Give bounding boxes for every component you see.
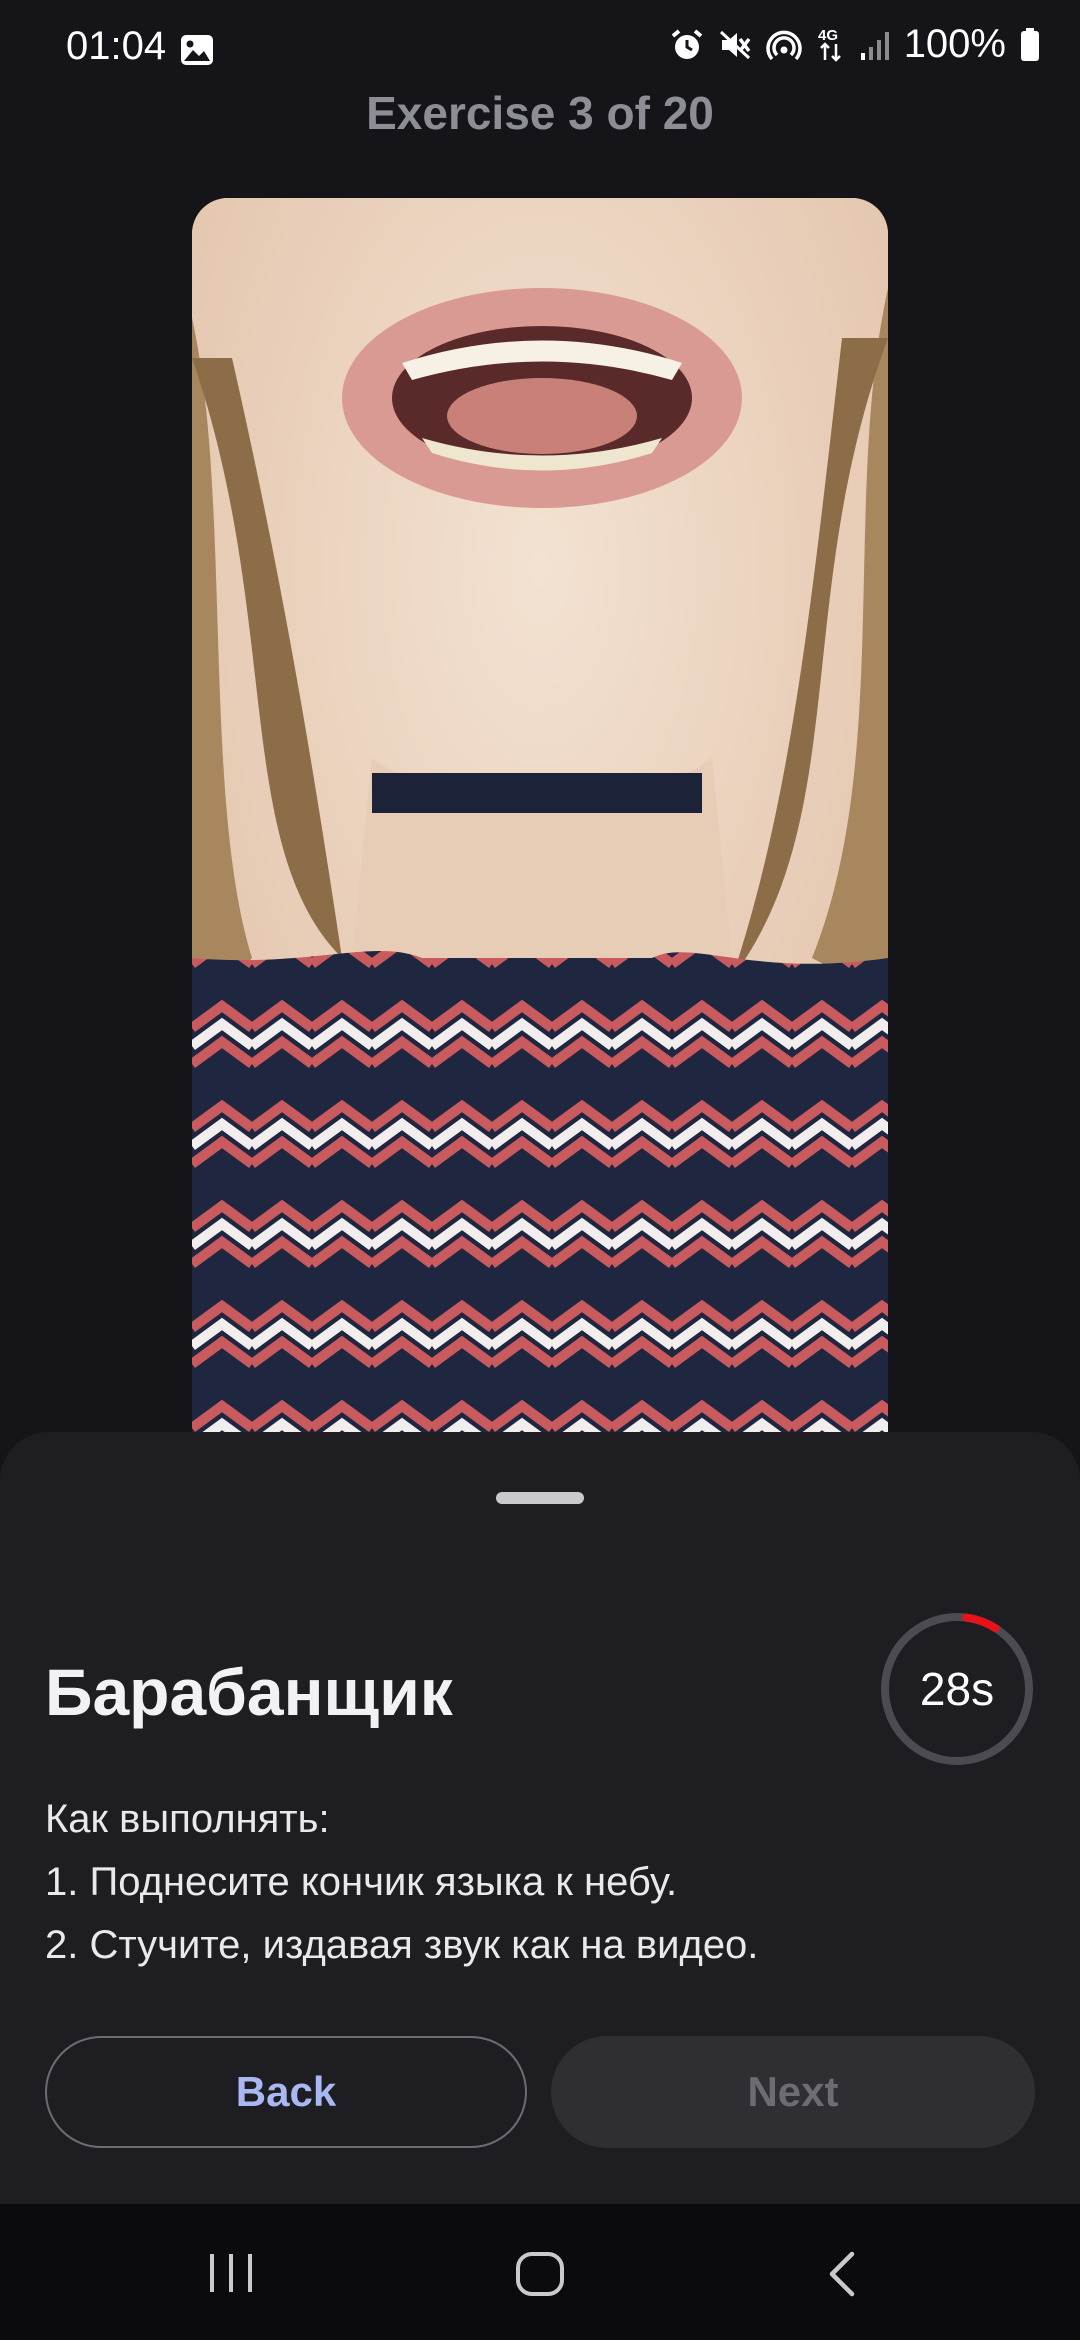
battery-percent: 100% xyxy=(903,22,1006,66)
status-bar: 01:04 4G 100% xyxy=(0,0,1080,100)
status-icons: 4G 100% xyxy=(670,22,1040,67)
instructions: Как выполнять: 1. Поднесите кончик языка… xyxy=(45,1788,758,1977)
4g-icon: 4G xyxy=(818,27,841,62)
alarm-icon xyxy=(671,28,702,59)
instruction-heading: Как выполнять: xyxy=(45,1797,330,1841)
back-icon[interactable] xyxy=(824,2250,858,2298)
system-nav-bar xyxy=(0,2204,1080,2340)
signal-icon xyxy=(860,31,889,60)
instruction-step-2: 2. Стучите, издавая звук как на видео. xyxy=(45,1923,759,1967)
sheet-drag-handle[interactable] xyxy=(496,1492,584,1504)
instruction-step-1: 1. Поднесите кончик языка к небу. xyxy=(45,1860,678,1904)
exercise-sheet: Барабанщик 28s Как выполнять: 1. Поднеси… xyxy=(0,1432,1080,2204)
gallery-icon xyxy=(181,35,213,65)
timer-label: 28s xyxy=(919,1663,995,1715)
video-frame-image xyxy=(192,198,888,1438)
countdown-timer: 28s xyxy=(878,1610,1036,1768)
next-button[interactable]: Next xyxy=(551,2036,1035,2148)
battery-icon xyxy=(1021,27,1039,61)
recents-icon[interactable] xyxy=(206,2252,256,2294)
hotspot-icon xyxy=(765,30,802,60)
exercise-progress-title: Exercise 3 of 20 xyxy=(366,87,714,139)
exercise-name: Барабанщик xyxy=(45,1655,453,1729)
exercise-video[interactable] xyxy=(192,198,888,1438)
svg-text:4G: 4G xyxy=(818,27,838,44)
mute-icon xyxy=(719,30,751,59)
home-icon[interactable] xyxy=(514,2252,566,2296)
status-time: 01:04 xyxy=(66,24,167,68)
back-button[interactable]: Back xyxy=(45,2036,527,2148)
